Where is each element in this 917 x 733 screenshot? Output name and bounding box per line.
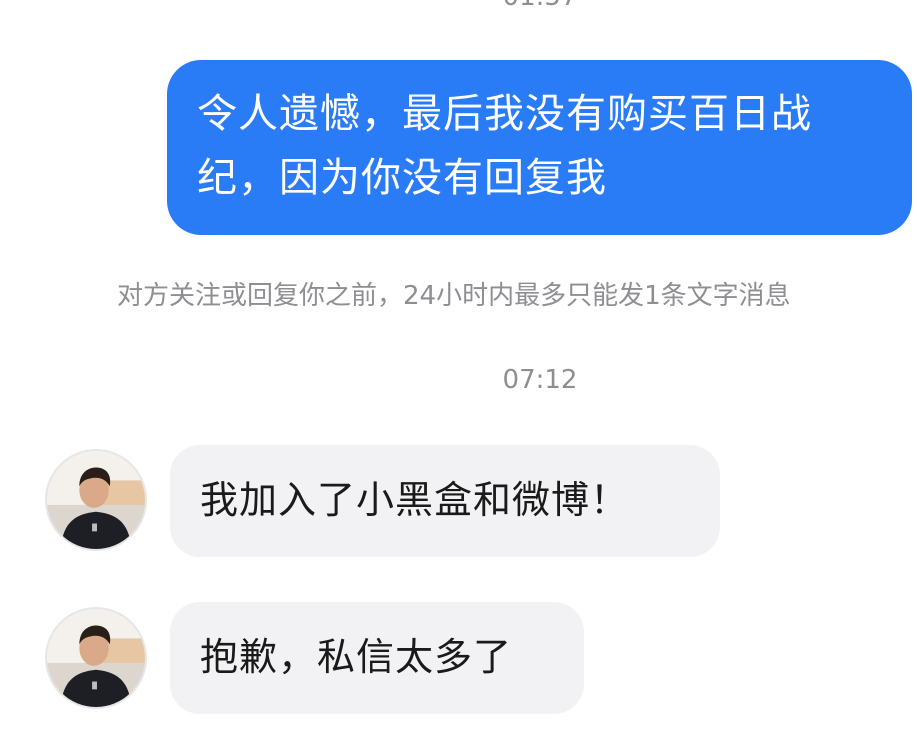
messaging-limit-notice: 对方关注或回复你之前，24小时内最多只能发1条文字消息 [117,281,791,311]
contact-avatar[interactable] [45,449,147,551]
person-avatar-icon [47,609,145,707]
message-timestamp: 01:57 [0,0,917,12]
received-message-text: 我加入了小黑盒和微博！ [200,478,630,522]
sent-message-bubble[interactable]: 令人遗憾，最后我没有购买百日战纪，因为你没有回复我 [167,60,912,235]
person-avatar-icon [47,451,145,549]
sent-message-text: 令人遗憾，最后我没有购买百日战纪，因为你没有回复我 [197,91,812,201]
received-message-text: 抱歉，私信太多了 [200,635,513,679]
contact-avatar[interactable] [45,607,147,709]
received-message-bubble[interactable]: 抱歉，私信太多了 [170,602,584,714]
message-timestamp: 07:12 [502,365,578,395]
received-message-bubble[interactable]: 我加入了小黑盒和微博！ [170,445,720,557]
